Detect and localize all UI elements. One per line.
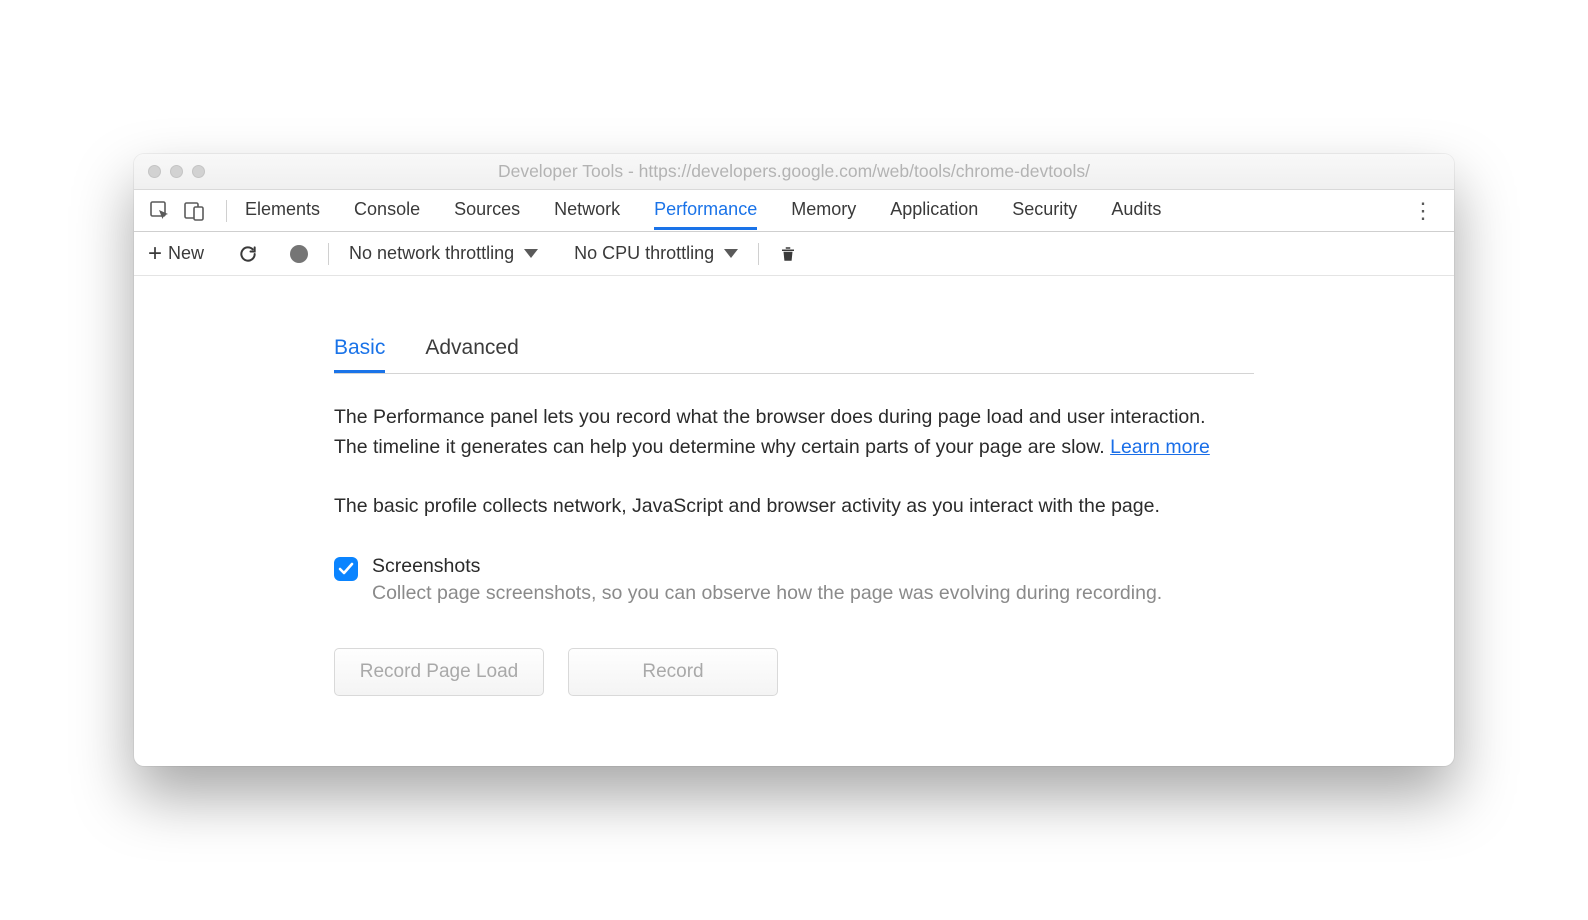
screenshots-option-row: Screenshots Collect page screenshots, so…: [334, 555, 1214, 608]
separator: [758, 243, 759, 265]
traffic-lights: [148, 165, 205, 178]
screenshots-checkbox[interactable]: [334, 557, 358, 581]
network-throttling-dropdown[interactable]: No network throttling: [349, 243, 538, 264]
record-icon[interactable]: [290, 245, 308, 263]
devtools-window: Developer Tools - https://developers.goo…: [134, 154, 1454, 766]
tab-audits[interactable]: Audits: [1111, 191, 1161, 230]
tab-network[interactable]: Network: [554, 191, 620, 230]
device-toolbar-icon[interactable]: [182, 199, 206, 223]
basic-description: The basic profile collects network, Java…: [334, 491, 1214, 521]
record-page-load-button[interactable]: Record Page Load: [334, 648, 544, 696]
clear-icon[interactable]: [779, 244, 797, 264]
separator: [226, 200, 227, 222]
performance-panel-content: Basic Advanced The Performance panel let…: [134, 276, 1454, 766]
tab-basic[interactable]: Basic: [334, 336, 385, 373]
new-label: New: [168, 243, 204, 264]
main-tabbar: Elements Console Sources Network Performance…: [134, 190, 1454, 232]
tab-application[interactable]: Application: [890, 191, 978, 230]
performance-toolbar: + New No network throttling No CPU throt…: [134, 232, 1454, 276]
plus-icon: +: [148, 242, 162, 266]
tab-performance[interactable]: Performance: [654, 191, 757, 230]
tab-console[interactable]: Console: [354, 191, 420, 230]
chevron-down-icon: [524, 249, 538, 258]
network-throttle-value: No network throttling: [349, 243, 514, 264]
zoom-window-dot[interactable]: [192, 165, 205, 178]
action-buttons: Record Page Load Record: [334, 648, 1254, 696]
tab-security[interactable]: Security: [1012, 191, 1077, 230]
check-icon: [338, 562, 354, 576]
profile-subtabs: Basic Advanced: [334, 336, 1254, 374]
devtools-tabs: Elements Console Sources Network Performance…: [245, 191, 1161, 230]
reload-icon[interactable]: [238, 244, 258, 264]
window-titlebar: Developer Tools - https://developers.goo…: [134, 154, 1454, 190]
tab-sources[interactable]: Sources: [454, 191, 520, 230]
cpu-throttle-value: No CPU throttling: [574, 243, 714, 264]
cpu-throttling-dropdown[interactable]: No CPU throttling: [574, 243, 738, 264]
intro-paragraph: The Performance panel lets you record wh…: [334, 402, 1214, 462]
separator: [328, 243, 329, 265]
tab-advanced[interactable]: Advanced: [425, 336, 518, 373]
chevron-down-icon: [724, 249, 738, 258]
record-button[interactable]: Record: [568, 648, 778, 696]
tab-memory[interactable]: Memory: [791, 191, 856, 230]
record-dot-icon: [290, 245, 308, 263]
intro-text: The Performance panel lets you record wh…: [334, 406, 1206, 458]
screenshots-label: Screenshots: [372, 555, 480, 578]
more-options-icon[interactable]: ⋮: [1406, 198, 1440, 224]
tab-elements[interactable]: Elements: [245, 191, 320, 230]
close-window-dot[interactable]: [148, 165, 161, 178]
minimize-window-dot[interactable]: [170, 165, 183, 178]
window-title: Developer Tools - https://developers.goo…: [148, 161, 1440, 182]
inspect-element-icon[interactable]: [148, 199, 172, 223]
screenshots-description: Collect page screenshots, so you can obs…: [372, 578, 1162, 608]
learn-more-link[interactable]: Learn more: [1110, 436, 1210, 458]
new-recording-button[interactable]: + New: [148, 242, 204, 266]
